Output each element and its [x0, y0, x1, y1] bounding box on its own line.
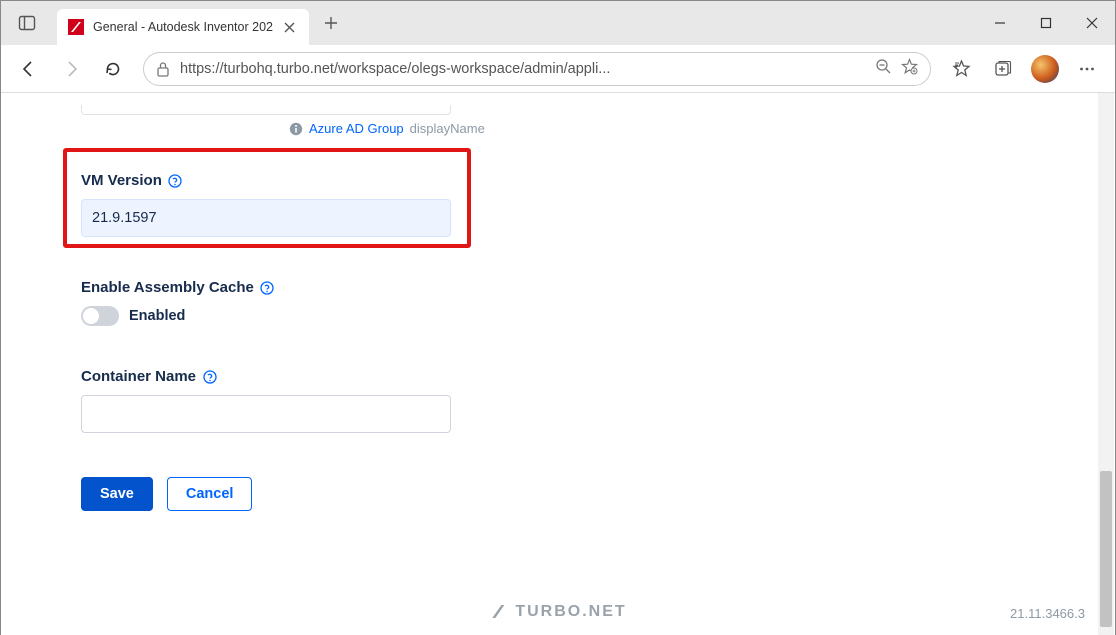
browser-toolbar: https://turbohq.turbo.net/workspace/oleg… — [1, 45, 1115, 93]
assembly-cache-toggle[interactable] — [81, 306, 119, 326]
toggle-knob — [83, 308, 99, 324]
zoom-icon[interactable] — [875, 58, 891, 80]
vm-version-input[interactable] — [81, 199, 451, 237]
maximize-button[interactable] — [1023, 1, 1069, 45]
url-text: https://turbohq.turbo.net/workspace/oleg… — [180, 61, 865, 77]
browser-titlebar: General - Autodesk Inventor 202 — [1, 1, 1115, 45]
page-viewport: Azure AD Group displayName VM Version En… — [1, 93, 1115, 635]
previous-field-bottom — [81, 105, 451, 115]
favorites-button[interactable] — [943, 51, 979, 87]
tab-title: General - Autodesk Inventor 202 — [93, 20, 273, 34]
azure-hint-link[interactable]: Azure AD Group — [309, 121, 404, 136]
scrollbar-thumb[interactable] — [1100, 471, 1112, 627]
save-button[interactable]: Save — [81, 477, 153, 511]
lock-icon — [156, 61, 170, 77]
address-actions — [875, 58, 918, 80]
toggle-label: Enabled — [129, 308, 185, 324]
page-content: Azure AD Group displayName VM Version En… — [1, 93, 1098, 635]
azure-hint-row: Azure AD Group displayName — [289, 121, 1038, 136]
favorite-star-icon[interactable] — [901, 58, 918, 80]
address-bar[interactable]: https://turbohq.turbo.net/workspace/oleg… — [143, 52, 931, 86]
turbo-logo-icon — [489, 603, 507, 621]
tab-favicon-icon — [67, 18, 85, 36]
container-name-input[interactable] — [81, 395, 451, 433]
vm-version-group: VM Version — [81, 172, 1038, 237]
tab-close-icon[interactable] — [281, 18, 299, 36]
help-icon[interactable] — [260, 280, 275, 295]
more-menu-button[interactable] — [1069, 51, 1105, 87]
footer-logo: TURBO.NET — [489, 603, 626, 621]
assembly-cache-toggle-row: Enabled — [81, 306, 1038, 326]
refresh-button[interactable] — [95, 51, 131, 87]
window-controls — [977, 1, 1115, 45]
close-window-button[interactable] — [1069, 1, 1115, 45]
help-icon[interactable] — [202, 369, 217, 384]
scrollbar[interactable] — [1098, 93, 1114, 635]
assembly-cache-label: Enable Assembly Cache — [81, 279, 1038, 296]
vm-version-label: VM Version — [81, 172, 1038, 189]
container-name-group: Container Name — [81, 368, 1038, 433]
tab-actions-icon[interactable] — [9, 5, 45, 41]
new-tab-button[interactable] — [313, 5, 349, 41]
back-button[interactable] — [11, 51, 47, 87]
info-icon — [289, 122, 303, 136]
browser-tab[interactable]: General - Autodesk Inventor 202 — [57, 9, 309, 45]
build-version: 21.11.3466.3 — [1010, 606, 1085, 621]
help-icon[interactable] — [168, 173, 183, 188]
minimize-button[interactable] — [977, 1, 1023, 45]
cancel-button[interactable]: Cancel — [167, 477, 253, 511]
azure-hint-suffix: displayName — [410, 121, 485, 136]
collections-button[interactable] — [985, 51, 1021, 87]
forward-button[interactable] — [53, 51, 89, 87]
form-buttons: Save Cancel — [81, 477, 1038, 511]
assembly-cache-group: Enable Assembly Cache Enabled — [81, 279, 1038, 326]
container-name-label: Container Name — [81, 368, 1038, 385]
profile-avatar[interactable] — [1027, 51, 1063, 87]
